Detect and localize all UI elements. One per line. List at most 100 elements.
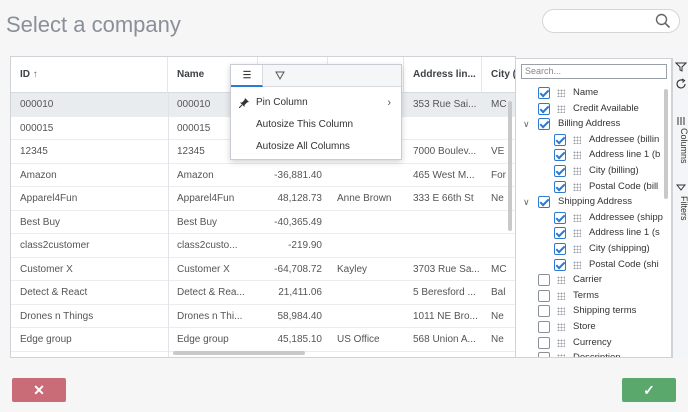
- chevron-right-icon: ›: [387, 97, 391, 109]
- column-toggle-item[interactable]: Store: [516, 319, 662, 335]
- table-row[interactable]: Drones n Things Drones n Thi... 58,984.40 1…: [11, 305, 515, 328]
- checkbox[interactable]: [538, 87, 550, 99]
- drag-handle-icon[interactable]: [573, 182, 581, 191]
- column-toggle-label: Address line 1 (b: [589, 149, 661, 161]
- column-toggle-item[interactable]: City (shipping): [516, 241, 662, 257]
- column-toggle-label: Addressee (billin: [589, 133, 660, 145]
- checkbox[interactable]: [538, 289, 550, 302]
- table-row[interactable]: Apparel4Fun Apparel4Fun 48,128.73 Anne Brow…: [11, 187, 515, 211]
- chevron-down-icon[interactable]: ∨: [523, 116, 530, 132]
- checkbox[interactable]: [538, 305, 550, 318]
- column-toggle-item[interactable]: Description: [516, 350, 662, 357]
- table-cell: 3703 Rue Sa...: [413, 263, 480, 275]
- confirm-button[interactable]: ✓: [622, 378, 676, 402]
- table-cell: Ne: [491, 334, 504, 345]
- table-row[interactable]: Best Buy Best Buy -40,365.49: [11, 211, 515, 234]
- checkbox[interactable]: [554, 133, 566, 146]
- filter-icon[interactable]: [675, 62, 687, 72]
- table-cell: [328, 234, 404, 257]
- checkbox[interactable]: [538, 336, 550, 349]
- search-field[interactable]: [542, 9, 680, 33]
- table-row[interactable]: Edge group Edge group 45,185.10 US Office 56…: [11, 328, 515, 352]
- hamburger-icon: [243, 70, 251, 79]
- table-cell: Apparel4Fun: [20, 193, 78, 204]
- table-row[interactable]: Customer X Customer X -64,708.72 Kayley 3703…: [11, 258, 515, 281]
- tab-filter[interactable]: [264, 65, 296, 87]
- checkbox[interactable]: [554, 211, 566, 224]
- tab-general[interactable]: [231, 65, 263, 87]
- table-cell: 48,128.73: [277, 193, 323, 204]
- table-cell: Bal: [491, 287, 506, 298]
- drag-handle-icon[interactable]: [557, 89, 565, 97]
- table-row[interactable]: Detect & React Detect & Rea... 21,411.06 5 …: [11, 281, 515, 305]
- table-cell: Customer X: [177, 263, 230, 275]
- drag-handle-icon[interactable]: [557, 307, 565, 316]
- column-search-input[interactable]: Search...: [521, 64, 667, 79]
- drag-handle-icon[interactable]: [573, 229, 581, 238]
- table-cell: 000015: [20, 122, 54, 134]
- checkbox[interactable]: [554, 258, 566, 271]
- menu-item-autosize-column[interactable]: Autosize This Column: [231, 114, 401, 136]
- horizontal-scrollbar[interactable]: [173, 351, 305, 355]
- drag-handle-icon[interactable]: [557, 323, 565, 331]
- table-row[interactable]: Amazon Amazon -36,881.40 465 West M... For: [11, 164, 515, 187]
- table-cell: -36,881.40: [274, 169, 322, 181]
- table-cell: Edge group: [177, 334, 229, 345]
- refresh-icon[interactable]: [675, 78, 687, 90]
- checkbox[interactable]: [538, 274, 550, 287]
- column-toggle-item[interactable]: Addressee (shipp: [516, 210, 663, 226]
- checkbox[interactable]: [538, 352, 550, 357]
- column-toggle-item[interactable]: Addressee (billin: [516, 132, 662, 148]
- checkbox[interactable]: [538, 118, 550, 131]
- menu-item-pin-column[interactable]: Pin Column ›: [231, 92, 401, 114]
- drag-handle-icon[interactable]: [557, 104, 565, 113]
- drag-handle-icon[interactable]: [557, 338, 565, 347]
- drag-handle-icon[interactable]: [573, 245, 581, 253]
- column-toggle-item[interactable]: Shipping terms: [516, 303, 662, 319]
- table-cell: [404, 211, 482, 234]
- column-toggle-item[interactable]: Credit Available: [516, 101, 662, 117]
- checkbox[interactable]: [538, 321, 550, 333]
- menu-item-autosize-all[interactable]: Autosize All Columns: [231, 136, 401, 158]
- column-toggle-label: Postal Code (shi: [589, 258, 659, 270]
- drag-handle-icon[interactable]: [557, 354, 565, 357]
- vertical-scrollbar[interactable]: [508, 101, 512, 231]
- drag-handle-icon[interactable]: [573, 151, 581, 160]
- column-toggle-item[interactable]: Name: [516, 85, 662, 101]
- column-toggle-item[interactable]: Currency: [516, 335, 662, 351]
- column-header-address-line[interactable]: Address lin...: [404, 57, 482, 93]
- column-toggle-item[interactable]: Terms: [516, 288, 662, 304]
- column-toggle-item[interactable]: Address line 1 (s: [516, 225, 662, 241]
- column-header-id[interactable]: ID ↑: [11, 57, 168, 93]
- search-icon[interactable]: [655, 13, 671, 29]
- column-toggle-item[interactable]: ∨ Shipping Address: [516, 194, 662, 210]
- checkbox[interactable]: [554, 165, 566, 177]
- column-toggle-item[interactable]: City (billing): [516, 163, 662, 179]
- column-toggle-item[interactable]: Carrier: [516, 272, 662, 288]
- drag-handle-icon[interactable]: [573, 260, 581, 269]
- panel-scrollbar[interactable]: [664, 89, 668, 199]
- side-tab-columns[interactable]: Columns: [673, 114, 688, 184]
- checkbox[interactable]: [554, 243, 566, 255]
- drag-handle-icon[interactable]: [573, 167, 581, 175]
- cancel-button[interactable]: ✕: [12, 378, 66, 402]
- checkbox[interactable]: [554, 227, 566, 240]
- checkbox[interactable]: [554, 149, 566, 162]
- drag-handle-icon[interactable]: [557, 291, 565, 300]
- column-header-city[interactable]: City (b: [482, 57, 515, 93]
- table-cell: 568 Union A...: [413, 334, 476, 345]
- column-toggle-item[interactable]: Postal Code (shi: [516, 257, 662, 273]
- checkbox[interactable]: [554, 180, 566, 193]
- columns-icon: [677, 117, 685, 125]
- column-toggle-item[interactable]: Postal Code (bill: [516, 179, 662, 195]
- drag-handle-icon[interactable]: [557, 276, 565, 285]
- chevron-down-icon[interactable]: ∨: [523, 194, 530, 210]
- checkbox[interactable]: [538, 102, 550, 115]
- table-row[interactable]: class2customer class2custo... -219.90: [11, 234, 515, 258]
- drag-handle-icon[interactable]: [573, 213, 581, 222]
- column-toggle-item[interactable]: ∨ Billing Address: [516, 116, 662, 132]
- drag-handle-icon[interactable]: [573, 135, 581, 144]
- column-toggle-item[interactable]: Address line 1 (b: [516, 147, 662, 163]
- checkbox[interactable]: [538, 196, 550, 209]
- side-tab-filters[interactable]: Filters: [673, 182, 688, 242]
